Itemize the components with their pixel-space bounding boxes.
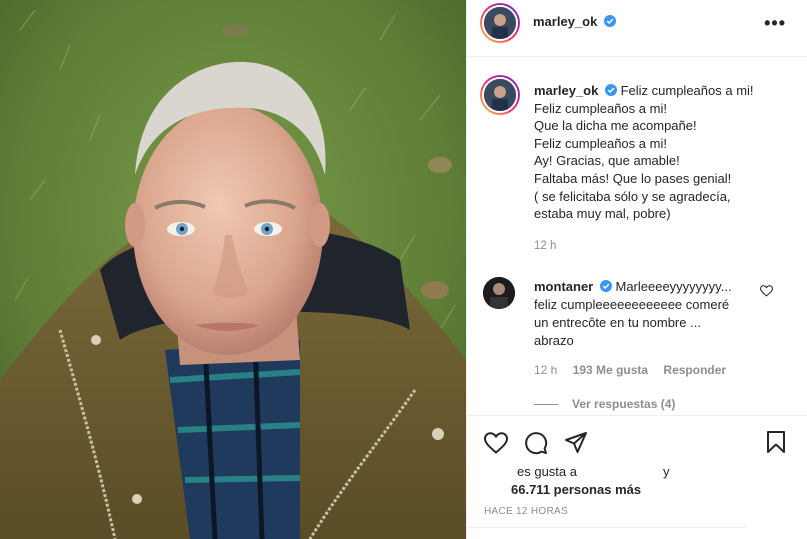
comment-meta: 12 h 193 Me gusta Responder [534,363,738,377]
verified-badge-icon [599,280,612,292]
author-avatar[interactable] [480,3,520,43]
caption-line: Ay! Gracias, que amable! [534,153,680,169]
comment-line: un entrecôte en tu nombre ... [534,315,701,330]
author-username[interactable]: marley_ok [533,14,597,29]
verified-badge-icon [603,15,616,27]
view-replies-label: Ver respuestas (4) [572,397,676,411]
caption-line: Feliz cumpleaños a mi! [620,83,754,98]
comment-time[interactable]: 12 h [534,363,557,377]
comment-line: feliz cumpleeeeeeeeeeee comeré [534,297,730,312]
caption-username[interactable]: marley_ok [534,83,598,98]
likes-prefix: es gusta a [517,464,577,479]
comment-username[interactable]: montaner [534,279,593,294]
caption-line: Faltaba más! Que lo pases genial! [534,170,732,186]
paper-plane-icon[interactable] [564,431,588,454]
caption-time[interactable]: 12 h [534,240,556,252]
comment-like-heart-icon[interactable] [760,285,773,297]
caption-author-avatar[interactable] [480,75,520,115]
heart-icon[interactable] [484,432,508,454]
verified-badge-icon [604,84,617,96]
divider [467,527,747,528]
caption-line: Feliz cumpleaños a mi! [534,100,667,116]
caption-line: Feliz cumpleaños a mi! [534,135,667,151]
caption-line: estaba muy mal, pobre) [534,206,671,222]
likes-summary: es gusta a y [517,464,670,479]
comment-likes[interactable]: 193 Me gusta [573,363,648,377]
likes-suffix: y [663,464,670,479]
caption-line: ( se felicitaba sólo y se agradecía, [534,188,731,204]
replies-divider [534,404,558,406]
comment: montaner Marleeeeyyyyyyyy... feliz cumpl… [534,278,764,350]
more-options-icon[interactable]: ••• [764,13,786,34]
comment-line: Marleeeeyyyyyyyy... [615,279,732,294]
author-name-row: marley_ok [533,14,616,29]
post-image [0,0,466,539]
post-photo[interactable] [0,0,466,539]
bookmark-icon[interactable] [766,430,786,454]
reply-button[interactable]: Responder [663,363,726,377]
likes-count[interactable]: 66.711 personas más [511,482,641,497]
comment-line: abrazo [534,333,574,348]
post-header: marley_ok ••• [467,0,807,57]
comment-bubble-icon[interactable] [524,431,548,455]
post-timestamp[interactable]: HACE 12 HORAS [484,506,568,517]
caption-line: Que la dicha me acompañe! [534,118,697,134]
post-caption: marley_ok Feliz cumpleaños a mi! Feliz c… [534,82,794,223]
post-details-panel: marley_ok ••• marley_ok Feliz cumpleaños… [466,0,807,539]
commenter-avatar[interactable] [483,277,515,309]
view-replies-button[interactable]: Ver respuestas (4) [534,397,675,411]
